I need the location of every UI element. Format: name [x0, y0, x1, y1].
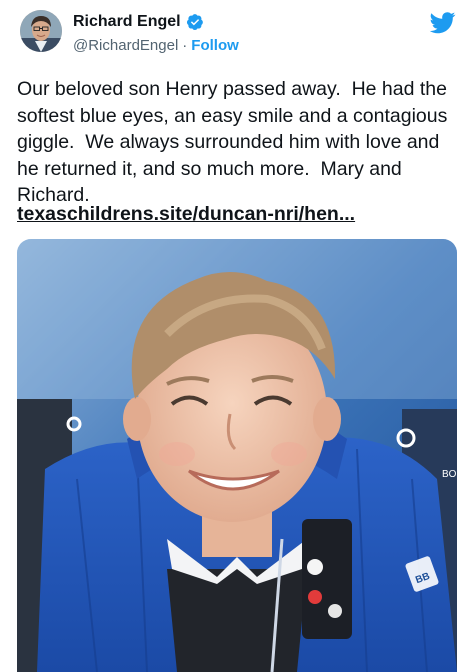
twitter-bird-icon[interactable] [429, 12, 456, 34]
stroller-brand-text: BON [442, 469, 457, 480]
tweet-media[interactable]: BON BB [17, 239, 457, 672]
display-name[interactable]: Richard Engel [73, 13, 181, 31]
tweet-header: Richard Engel @RichardEngel · Follow [0, 0, 474, 70]
user-handle[interactable]: @RichardEngel [73, 37, 178, 54]
separator-dot: · [182, 37, 188, 54]
follow-button[interactable]: Follow [191, 37, 239, 54]
avatar[interactable] [20, 10, 62, 52]
photo-child-in-stroller-icon: BON BB [17, 239, 457, 672]
display-name-row: Richard Engel [73, 13, 204, 31]
handle-row: @RichardEngel · Follow [73, 37, 239, 54]
verified-badge-icon [186, 14, 203, 31]
tweet-link[interactable]: texaschildrens.site/duncan-nri/hen... [17, 203, 355, 226]
avatar-photo-icon [20, 10, 62, 52]
tweet-text: Our beloved son Henry passed away. He ha… [17, 78, 453, 206]
